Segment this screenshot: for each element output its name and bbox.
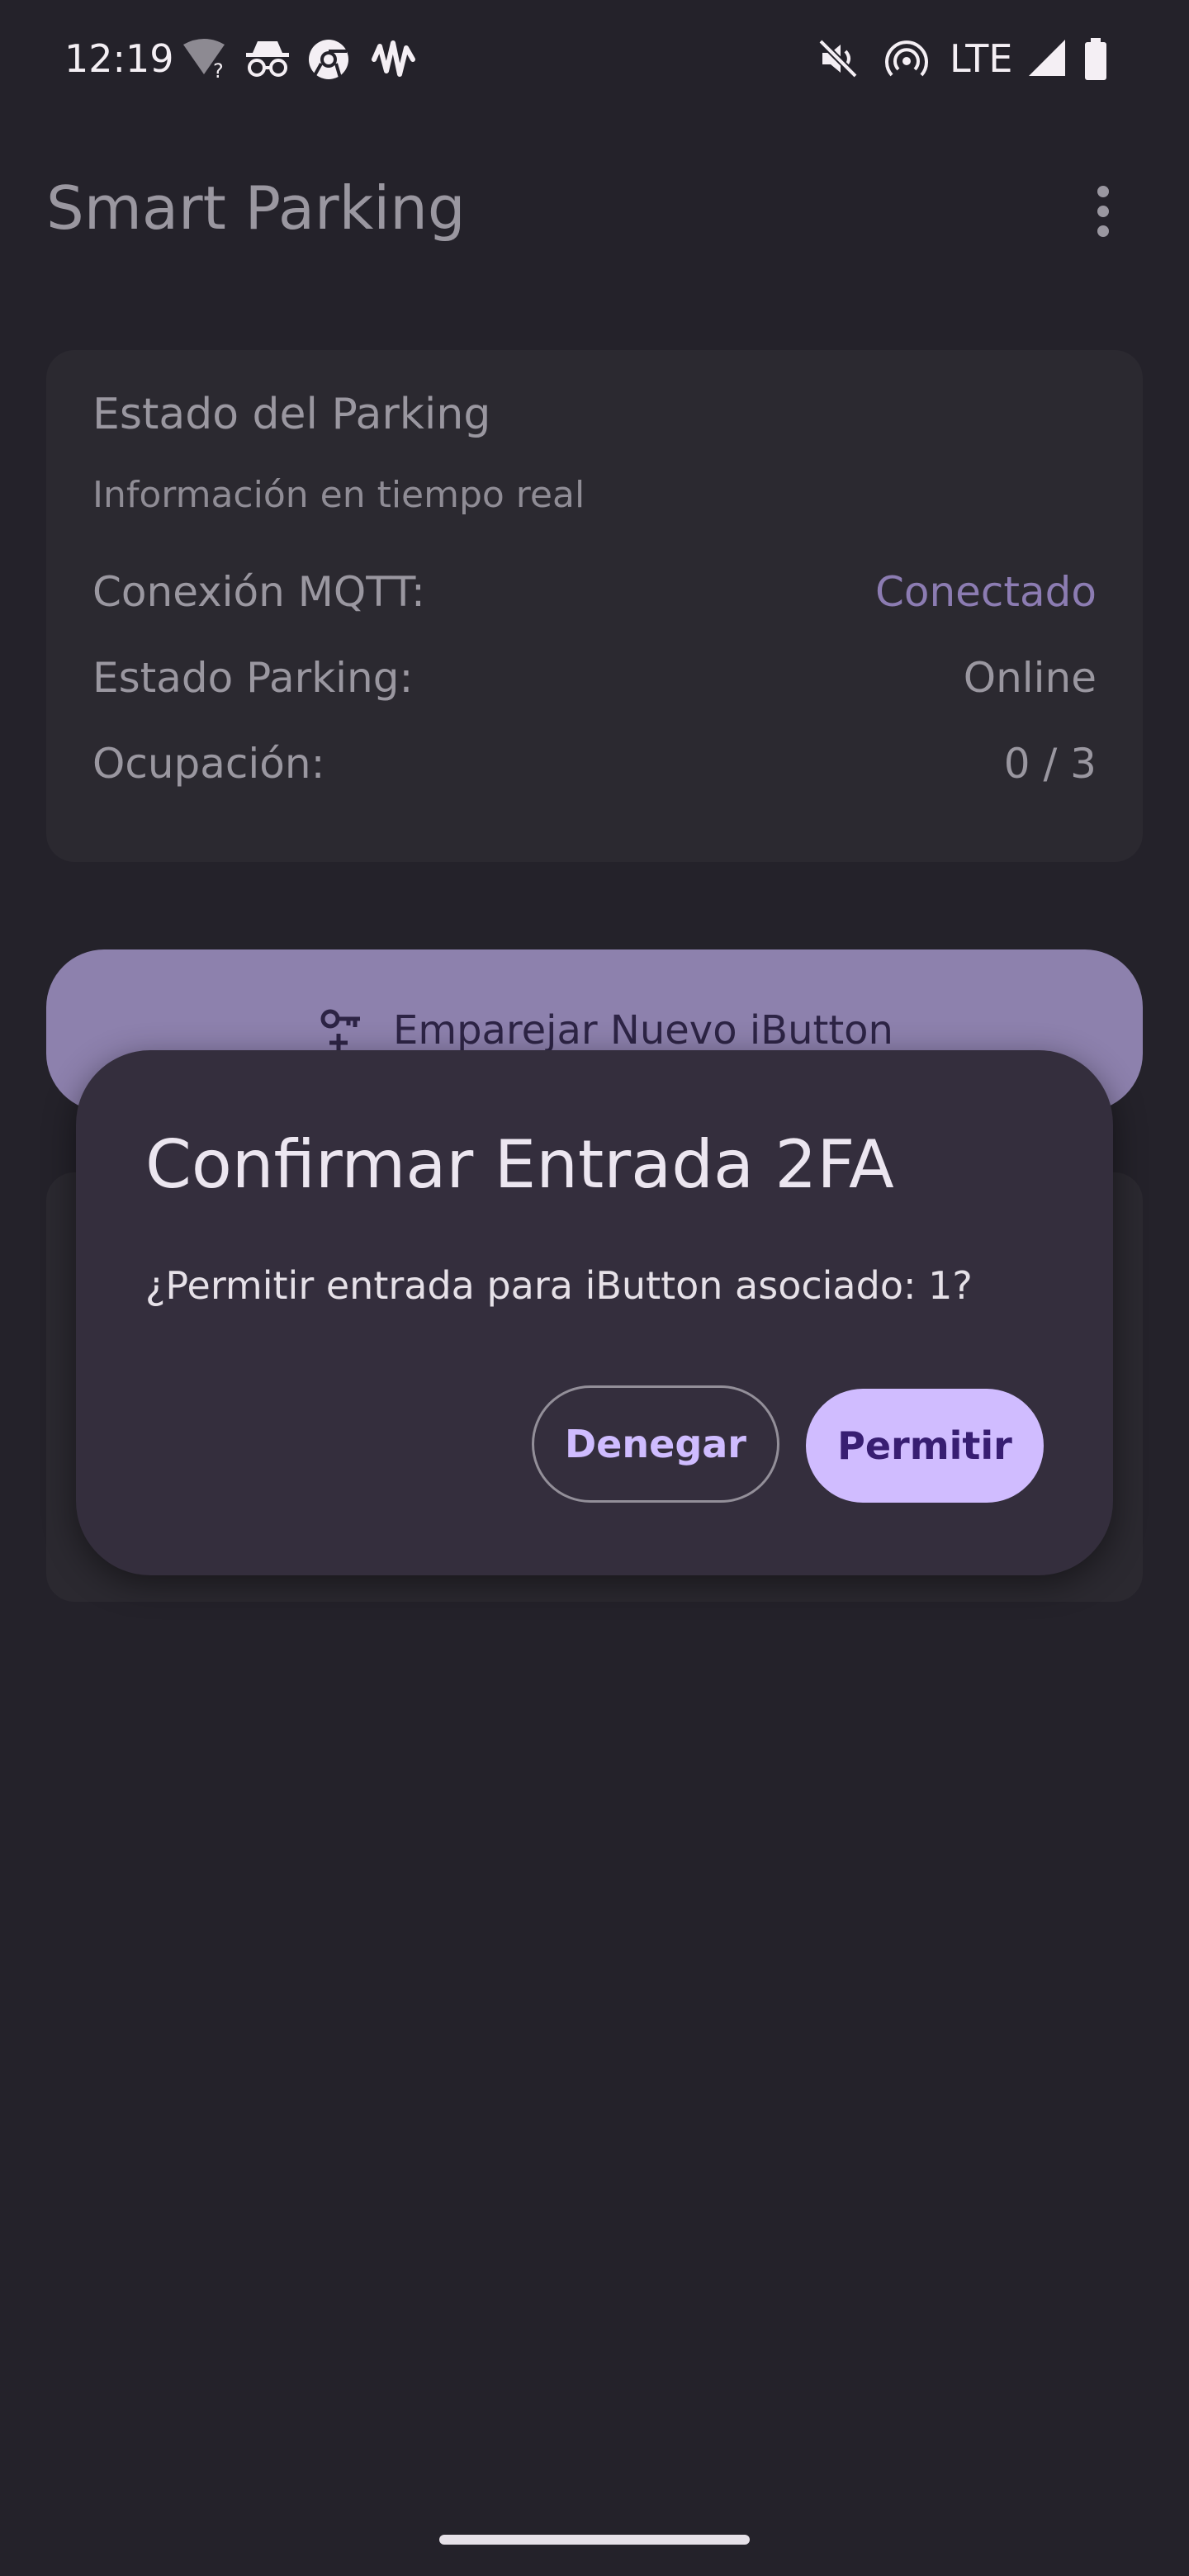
incognito-icon <box>246 41 289 77</box>
chrome-icon <box>309 40 348 79</box>
app-title: Smart Parking <box>46 173 466 243</box>
pair-ibutton-label: Emparejar Nuevo iButton <box>393 1007 893 1054</box>
network-type: LTE <box>950 36 1013 81</box>
home-indicator[interactable] <box>439 2535 750 2545</box>
mqtt-connection-value: Conectado <box>874 568 1097 616</box>
battery-icon <box>1085 38 1106 80</box>
parking-status-label: Estado Parking: <box>92 654 414 702</box>
hotspot-icon <box>885 40 928 77</box>
waveform-icon <box>372 40 415 77</box>
signal-icon <box>1029 40 1065 76</box>
card-title: Estado del Parking <box>92 390 491 439</box>
mqtt-connection-label: Conexión MQTT: <box>92 568 425 616</box>
status-time: 12:19 <box>64 36 174 81</box>
status-bar: 12:19 ? LTE <box>0 0 1189 124</box>
dialog-title: Confirmar Entrada 2FA <box>145 1126 894 1203</box>
dialog-message: ¿Permitir entrada para iButton asociado:… <box>145 1263 973 1308</box>
mqtt-connection-row: Conexión MQTT: Conectado <box>92 568 1097 621</box>
parking-status-value: Online <box>963 654 1097 702</box>
occupancy-row: Ocupación: 0 / 3 <box>92 740 1097 793</box>
parking-status-row: Estado Parking: Online <box>92 654 1097 707</box>
key-plus-icon <box>320 1009 360 1052</box>
deny-button[interactable]: Denegar <box>532 1385 779 1503</box>
wifi-unknown-icon: ? <box>183 39 225 79</box>
card-subtitle: Información en tiempo real <box>92 474 585 516</box>
more-vert-icon[interactable] <box>1080 182 1126 241</box>
allow-button[interactable]: Permitir <box>806 1389 1044 1503</box>
parking-status-card: Estado del Parking Información en tiempo… <box>46 350 1143 862</box>
svg-text:?: ? <box>213 59 224 79</box>
confirm-2fa-dialog: Confirmar Entrada 2FA ¿Permitir entrada … <box>76 1050 1113 1575</box>
occupancy-label: Ocupación: <box>92 740 325 788</box>
occupancy-value: 0 / 3 <box>1003 740 1097 788</box>
mute-icon <box>818 39 858 78</box>
